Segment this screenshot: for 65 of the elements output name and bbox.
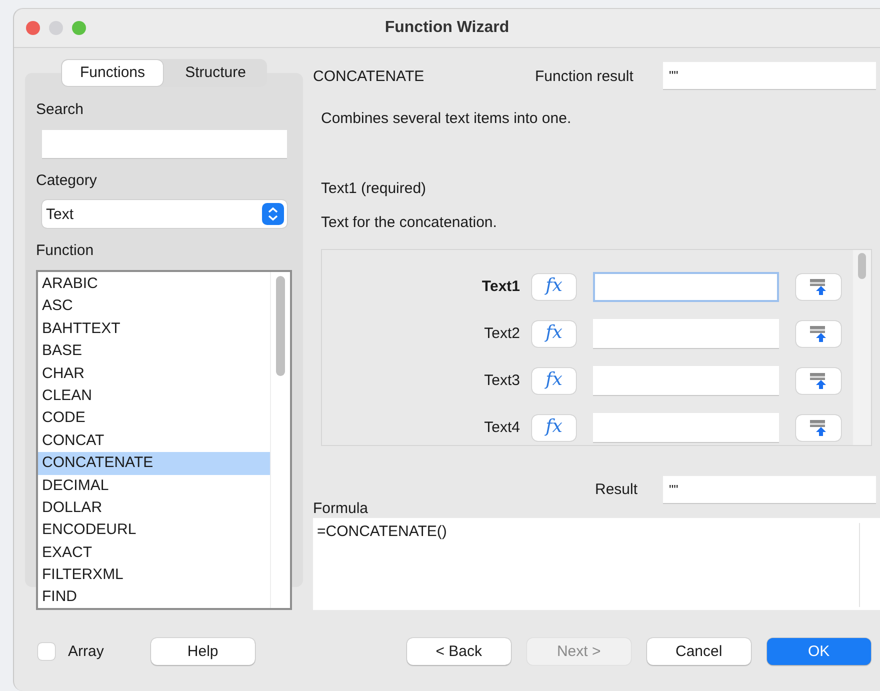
function-item[interactable]: BASE: [38, 340, 270, 363]
argument-label: Text3: [483, 372, 520, 389]
scrollbar-thumb[interactable]: [276, 276, 285, 376]
array-checkbox[interactable]: [38, 642, 55, 660]
formula-editor[interactable]: =CONCATENATE(): [313, 518, 880, 610]
select-range-icon: [808, 418, 828, 436]
stepper-icon: [262, 203, 284, 225]
function-item[interactable]: ENCODEURL: [38, 519, 270, 542]
function-button[interactable]: fx: [532, 414, 576, 440]
argument-label: Text4: [483, 419, 520, 436]
function-label: Function: [36, 241, 95, 261]
function-item[interactable]: CLEAN: [38, 384, 270, 408]
result-label: Result: [595, 481, 639, 498]
dialog-button[interactable]: < Back: [406, 638, 511, 664]
dialog-button[interactable]: Cancel: [646, 638, 751, 664]
tab[interactable]: Functions: [62, 60, 163, 86]
zoom-icon[interactable]: [72, 21, 86, 35]
function-item[interactable]: CONCATENATE: [38, 452, 270, 475]
function-button[interactable]: fx: [532, 368, 576, 394]
function-button[interactable]: fx: [532, 320, 576, 346]
function-item[interactable]: ARABIC: [38, 273, 270, 296]
function-item[interactable]: ASC: [38, 295, 270, 318]
argument-field[interactable]: [593, 272, 779, 302]
function-result-field: "": [663, 62, 876, 90]
category-label: Category: [36, 171, 98, 191]
function-button[interactable]: fx: [532, 274, 576, 300]
function-item[interactable]: CONCAT: [38, 430, 270, 452]
search-label: Search: [36, 100, 85, 120]
function-item[interactable]: DECIMAL: [38, 474, 270, 497]
scrollbar-thumb[interactable]: [858, 253, 866, 279]
shrink-button[interactable]: [796, 320, 841, 346]
formula-label: Formula: [313, 500, 370, 517]
shrink-button[interactable]: [796, 368, 841, 394]
function-result-label: Function result: [535, 68, 634, 84]
minimize-icon[interactable]: [49, 21, 63, 35]
argument-field[interactable]: [593, 412, 779, 442]
function-item[interactable]: FILTERXML: [38, 564, 270, 586]
shrink-button[interactable]: [796, 274, 841, 300]
function-item[interactable]: CODE: [38, 407, 270, 430]
array-label: Array: [68, 642, 104, 660]
select-range-icon: [808, 372, 828, 390]
result-field: "": [663, 476, 876, 504]
function-item[interactable]: EXACT: [38, 542, 270, 564]
category-dropdown[interactable]: Text: [42, 200, 287, 228]
function-description: Combines several text items into one.: [320, 110, 572, 128]
close-icon[interactable]: [26, 21, 40, 35]
argument-field[interactable]: [593, 318, 779, 348]
window-title: Function Wizard: [384, 19, 510, 37]
argument-label: Text1: [480, 278, 520, 295]
argument-title: Text1 (required): [320, 180, 428, 198]
dialog-button[interactable]: OK: [766, 638, 871, 664]
tab[interactable]: Structure: [165, 60, 266, 86]
select-range-icon: [808, 324, 828, 342]
search-field[interactable]: [42, 130, 287, 159]
function-name: CONCATENATE: [313, 68, 426, 84]
dialog-button[interactable]: Help: [150, 638, 255, 664]
function-item[interactable]: BAHTTEXT: [38, 318, 270, 340]
function-item[interactable]: DOLLAR: [38, 496, 270, 520]
function-item[interactable]: FIND: [38, 586, 270, 608]
argument-label: Text2: [483, 325, 520, 342]
function-item[interactable]: CHAR: [38, 362, 270, 385]
select-range-icon: [808, 278, 828, 296]
argument-description: Text for the concatenation.: [320, 214, 498, 232]
shrink-button[interactable]: [796, 414, 841, 440]
argument-field[interactable]: [593, 366, 779, 396]
